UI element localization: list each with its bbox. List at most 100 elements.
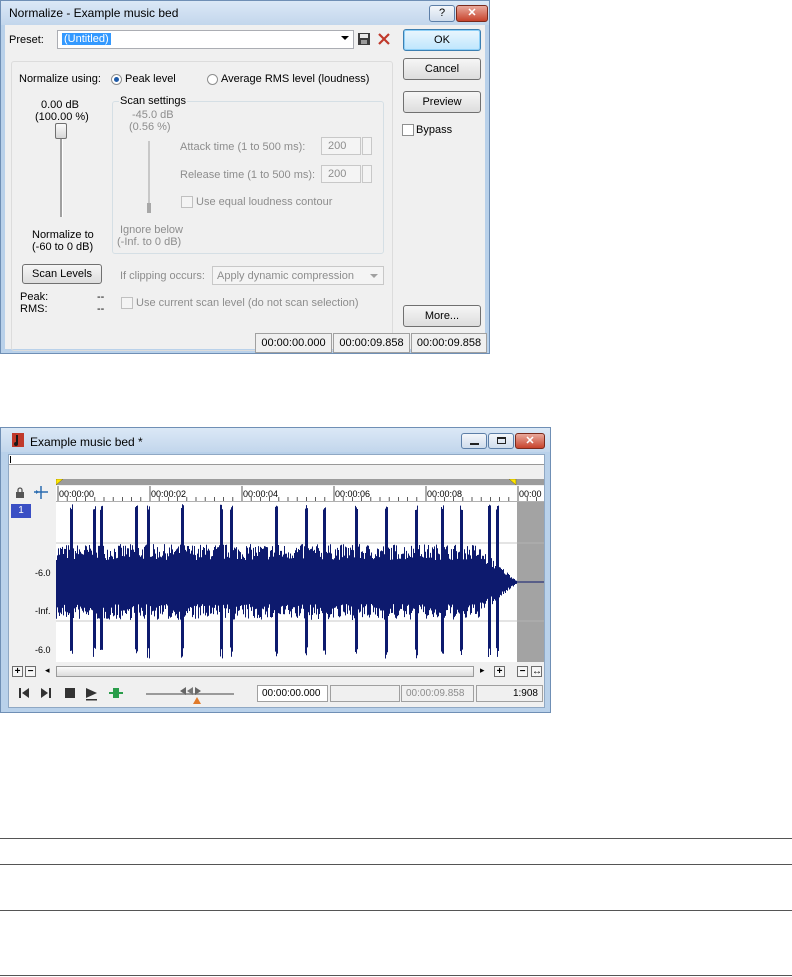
waveform [56, 504, 544, 659]
peak-label: Peak: [20, 291, 49, 303]
cancel-button[interactable]: Cancel [403, 58, 481, 80]
equal-loudness-label: Use equal loudness contour [196, 196, 333, 208]
attack-time-spinner[interactable] [362, 137, 372, 155]
window-title-bar[interactable]: Example music bed * ✕ [1, 428, 550, 452]
attack-time-input[interactable]: 200 [321, 137, 361, 155]
normalize-using-label: Normalize using: [19, 73, 101, 85]
maximize-button[interactable] [488, 433, 514, 449]
if-clipping-select[interactable]: Apply dynamic compression [212, 266, 384, 285]
ruler-label-2: 00:00:02 [151, 489, 187, 499]
close-button[interactable]: ✕ [456, 5, 488, 22]
scan-db-value: -45.0 dB [132, 109, 174, 121]
table-rule-3 [0, 910, 792, 911]
zoom-fit-button[interactable]: ↔ [531, 666, 542, 677]
if-clipping-value: Apply dynamic compression [217, 270, 354, 282]
db-label-bottom: -6.0 [35, 645, 51, 655]
lock-icon[interactable] [15, 487, 25, 499]
ruler-ticks [57, 486, 537, 501]
loop-start-marker[interactable] [56, 479, 64, 486]
data-window-client: 00:00:00 00:00:02 00:00:04 00:00:06 00:0… [8, 454, 545, 708]
minimize-button[interactable] [461, 433, 487, 449]
scroll-left-icon[interactable]: ◂ [45, 665, 50, 676]
chevron-down-icon [341, 36, 349, 40]
slider-pct-value: (100.00 %) [35, 111, 89, 123]
slider-db-value: 0.00 dB [41, 99, 79, 111]
zoom-in-vertical-button[interactable]: + [12, 666, 23, 677]
db-label-top: -6.0 [35, 568, 51, 578]
status-end: 00:00:09.858 [333, 333, 410, 353]
minimize-icon [470, 443, 479, 445]
play-looped-icon[interactable] [108, 687, 124, 699]
dialog-client: Preset: (Untitled) OK Cancel Preview Byp… [5, 25, 485, 351]
overview-bar[interactable] [9, 455, 544, 465]
ruler-label-8: 00:00:08 [427, 489, 463, 499]
release-time-label: Release time (1 to 500 ms): [180, 169, 316, 181]
ignore-below-slider-thumb [147, 203, 151, 213]
status-length: 00:00:09.858 [411, 333, 487, 353]
stop-icon[interactable] [64, 687, 76, 699]
data-window: Example music bed * ✕ 00:00:00 00:00:02 … [0, 427, 551, 713]
use-current-scan-label: Use current scan level (do not scan sele… [136, 297, 359, 309]
ruler-label-6: 00:00:06 [335, 489, 371, 499]
channel-number[interactable]: 1 [11, 504, 31, 518]
preset-combobox[interactable]: (Untitled) [57, 30, 354, 49]
dialog-title-bar[interactable]: Normalize - Example music bed ? ✕ [1, 1, 489, 25]
window-close-button[interactable]: ✕ [515, 433, 545, 449]
average-rms-radio[interactable] [207, 74, 218, 85]
bypass-label: Bypass [416, 124, 453, 136]
preview-button[interactable]: Preview [403, 91, 481, 113]
maximize-icon [497, 437, 506, 444]
equal-loudness-checkbox[interactable] [181, 196, 193, 208]
ruler-label-4: 00:00:04 [243, 489, 279, 499]
playback-rate-marker [193, 697, 201, 704]
go-to-end-icon[interactable] [40, 687, 52, 699]
ruler-label-0: 00:00:00 [59, 489, 95, 499]
scroll-right-icon[interactable]: ▸ [480, 665, 485, 676]
normalize-slider-thumb[interactable] [55, 123, 67, 139]
ok-button[interactable]: OK [403, 29, 481, 51]
zoom-out-vertical-button[interactable]: − [25, 666, 36, 677]
table-rule-4 [0, 975, 792, 976]
help-button[interactable]: ? [429, 5, 455, 22]
zoom-out-horizontal-button[interactable]: − [517, 666, 528, 677]
use-current-scan-checkbox[interactable] [121, 297, 133, 309]
cursor-position-field[interactable]: 00:00:00.000 [257, 685, 328, 702]
rms-label: RMS: [20, 303, 48, 315]
delete-preset-icon[interactable] [377, 32, 391, 46]
attack-time-value: 200 [328, 140, 347, 152]
status-start: 00:00:00.000 [255, 333, 332, 353]
table-rule-1 [0, 838, 792, 839]
save-preset-icon[interactable] [357, 32, 371, 46]
zoom-in-horizontal-button[interactable]: + [494, 666, 505, 677]
zoom-ratio-field[interactable]: 1:908 [476, 685, 543, 702]
peak-level-label: Peak level [125, 73, 176, 85]
selection-bar[interactable] [56, 479, 544, 485]
selection-start-field[interactable] [330, 685, 400, 702]
chevron-down-icon [370, 274, 378, 278]
preset-label: Preset: [9, 34, 44, 46]
normalize-slider-track [60, 135, 63, 217]
more-button[interactable]: More... [403, 305, 481, 327]
play-icon[interactable] [85, 687, 99, 701]
sound-file-icon [12, 433, 24, 447]
attack-time-label: Attack time (1 to 500 ms): [180, 141, 306, 153]
peak-level-radio[interactable] [111, 74, 122, 85]
ignore-below-range: (-Inf. to 0 dB) [117, 236, 182, 248]
go-to-start-icon[interactable] [18, 687, 30, 699]
rms-value: -- [97, 303, 105, 315]
normalize-to-range: (-60 to 0 dB) [32, 241, 94, 253]
snap-icon[interactable] [33, 485, 49, 500]
selection-length-field[interactable]: 00:00:09.858 [401, 685, 474, 702]
ignore-below-label: Ignore below [120, 224, 183, 236]
loop-end-marker[interactable] [509, 479, 517, 486]
if-clipping-label: If clipping occurs: [120, 270, 205, 282]
release-time-input[interactable]: 200 [321, 165, 361, 183]
scan-levels-button[interactable]: Scan Levels [22, 264, 102, 284]
horizontal-scrollbar-thumb[interactable] [56, 666, 474, 677]
dialog-title: Normalize - Example music bed [9, 6, 179, 20]
ruler-label-10: 00:00 [519, 489, 542, 499]
release-time-spinner[interactable] [362, 165, 372, 183]
overview-cursor [10, 456, 11, 463]
playback-rate-thumb[interactable] [179, 686, 203, 696]
bypass-checkbox[interactable] [402, 124, 414, 136]
